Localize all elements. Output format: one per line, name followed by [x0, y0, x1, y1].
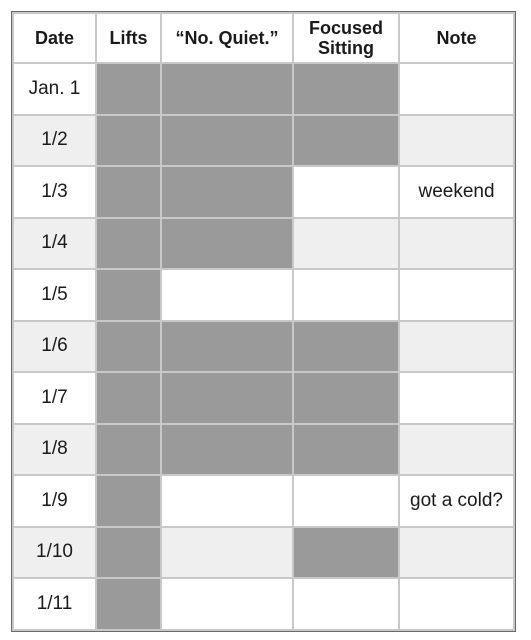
- table-row: 1/11: [12, 577, 515, 631]
- note-cell: [398, 371, 515, 425]
- note-cell: [398, 113, 515, 167]
- header-no-quiet: “No. Quiet.”: [160, 12, 294, 64]
- table-row: Jan. 1: [12, 62, 515, 116]
- date-cell: 1/2: [12, 113, 97, 167]
- table-row: 1/6: [12, 319, 515, 373]
- note-cell: [398, 319, 515, 373]
- header-date: Date: [12, 12, 97, 64]
- table-row: 1/3 weekend: [12, 165, 515, 219]
- lifts-cell: [95, 525, 162, 579]
- no-quiet-cell: [160, 268, 294, 322]
- header-focused-sitting: Focused Sitting: [292, 12, 400, 64]
- table-row: 1/5: [12, 268, 515, 322]
- lifts-cell: [95, 577, 162, 631]
- lifts-cell: [95, 62, 162, 116]
- focused-sitting-cell: [292, 422, 400, 476]
- focused-sitting-cell: [292, 62, 400, 116]
- no-quiet-cell: [160, 474, 294, 528]
- date-cell: 1/8: [12, 422, 97, 476]
- note-cell: [398, 62, 515, 116]
- lifts-cell: [95, 165, 162, 219]
- note-cell: [398, 268, 515, 322]
- focused-sitting-cell: [292, 113, 400, 167]
- no-quiet-cell: [160, 371, 294, 425]
- date-cell: 1/3: [12, 165, 97, 219]
- habit-tracker-table: Date Lifts “No. Quiet.” Focused Sitting …: [11, 11, 516, 632]
- table-row: 1/9 got a cold?: [12, 474, 515, 528]
- note-cell: weekend: [398, 165, 515, 219]
- focused-sitting-cell: [292, 525, 400, 579]
- note-cell: [398, 577, 515, 631]
- date-cell: 1/5: [12, 268, 97, 322]
- table-row: 1/2: [12, 113, 515, 167]
- lifts-cell: [95, 319, 162, 373]
- focused-sitting-cell: [292, 319, 400, 373]
- no-quiet-cell: [160, 577, 294, 631]
- note-cell: got a cold?: [398, 474, 515, 528]
- focused-sitting-cell: [292, 216, 400, 270]
- note-cell: [398, 216, 515, 270]
- no-quiet-cell: [160, 319, 294, 373]
- header-note: Note: [398, 12, 515, 64]
- note-cell: [398, 525, 515, 579]
- date-cell: 1/9: [12, 474, 97, 528]
- lifts-cell: [95, 216, 162, 270]
- focused-sitting-cell: [292, 577, 400, 631]
- no-quiet-cell: [160, 165, 294, 219]
- lifts-cell: [95, 268, 162, 322]
- date-cell: 1/11: [12, 577, 97, 631]
- no-quiet-cell: [160, 525, 294, 579]
- lifts-cell: [95, 371, 162, 425]
- date-cell: Jan. 1: [12, 62, 97, 116]
- focused-sitting-cell: [292, 165, 400, 219]
- date-cell: 1/7: [12, 371, 97, 425]
- note-cell: [398, 422, 515, 476]
- focused-sitting-cell: [292, 371, 400, 425]
- focused-sitting-cell: [292, 474, 400, 528]
- no-quiet-cell: [160, 62, 294, 116]
- header-row: Date Lifts “No. Quiet.” Focused Sitting …: [12, 12, 515, 64]
- table-row: 1/8: [12, 422, 515, 476]
- table-row: 1/4: [12, 216, 515, 270]
- lifts-cell: [95, 113, 162, 167]
- table-row: 1/7: [12, 371, 515, 425]
- header-lifts: Lifts: [95, 12, 162, 64]
- focused-sitting-cell: [292, 268, 400, 322]
- no-quiet-cell: [160, 216, 294, 270]
- table-row: 1/10: [12, 525, 515, 579]
- no-quiet-cell: [160, 422, 294, 476]
- lifts-cell: [95, 422, 162, 476]
- lifts-cell: [95, 474, 162, 528]
- date-cell: 1/4: [12, 216, 97, 270]
- no-quiet-cell: [160, 113, 294, 167]
- date-cell: 1/6: [12, 319, 97, 373]
- date-cell: 1/10: [12, 525, 97, 579]
